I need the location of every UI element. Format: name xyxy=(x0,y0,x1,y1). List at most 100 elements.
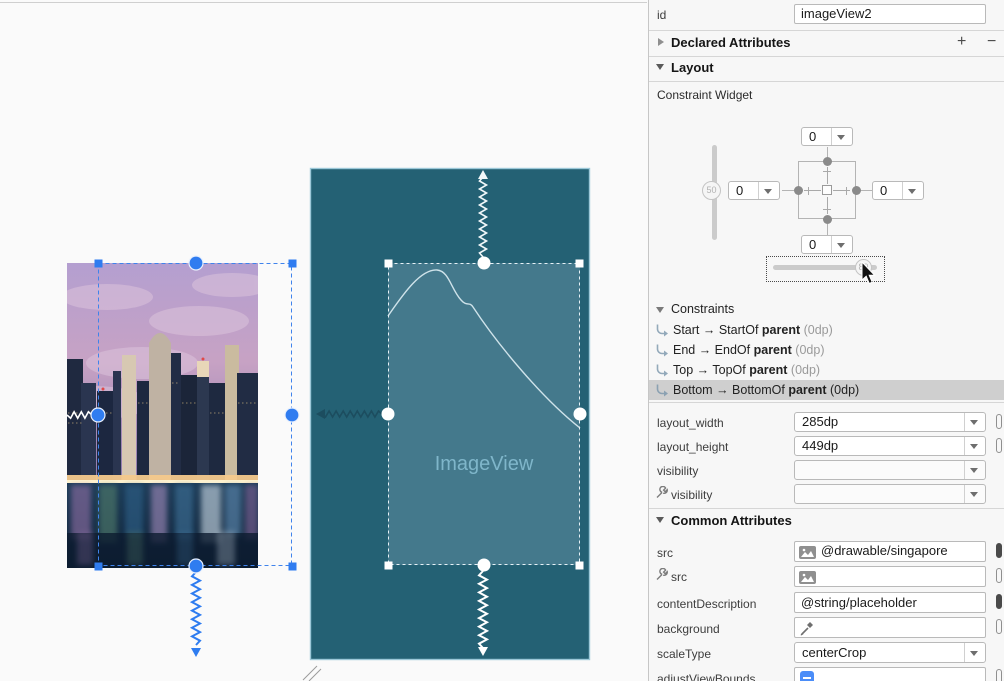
background-input[interactable] xyxy=(794,617,986,638)
android-studio-layout-editor: { "canvas": { "blueprint_label": "ImageV… xyxy=(0,0,1004,681)
design-handle-top-left[interactable] xyxy=(95,260,103,268)
constraint-row-start[interactable]: Start → StartOf parent (0dp) xyxy=(649,320,1004,340)
id-label: id xyxy=(657,8,666,22)
blueprint-handle-top-right[interactable] xyxy=(576,260,584,268)
design-anchor-top[interactable] xyxy=(189,256,203,270)
margin-start-dropdown[interactable]: 0 xyxy=(728,181,780,200)
design-anchor-start[interactable] xyxy=(91,408,105,422)
city-light-band-glow xyxy=(67,480,258,483)
scale-type-dropdown[interactable]: centerCrop xyxy=(794,642,986,663)
add-attribute-button[interactable]: + xyxy=(957,34,966,50)
attr-indicator-pill[interactable] xyxy=(996,543,1002,558)
constraint-icon xyxy=(654,363,668,377)
constraint-row-bottom[interactable]: Bottom → BottomOf parent (0dp) xyxy=(649,380,1004,400)
design-anchor-bottom[interactable] xyxy=(189,559,203,573)
design-anchor-end[interactable] xyxy=(285,408,299,422)
chevron-down-icon[interactable] xyxy=(656,307,664,313)
chevron-down-icon[interactable] xyxy=(831,128,852,145)
section-common-attributes[interactable]: Common Attributes xyxy=(671,513,792,528)
chevron-down-icon[interactable] xyxy=(964,437,985,455)
background-label: background xyxy=(657,622,720,636)
blueprint-handle-top-left[interactable] xyxy=(385,260,393,268)
divider xyxy=(649,508,1004,509)
design-handle-top-right[interactable] xyxy=(289,260,297,268)
chevron-down-icon[interactable] xyxy=(964,485,985,503)
margin-top-dropdown[interactable]: 0 xyxy=(801,127,853,146)
blueprint-handle-bottom-left[interactable] xyxy=(385,562,393,570)
indicator xyxy=(827,167,828,184)
tools-src-input[interactable] xyxy=(794,566,986,587)
adjust-view-bounds-input[interactable] xyxy=(794,667,986,681)
adjust-view-bounds-label: adjustViewBounds xyxy=(657,672,756,681)
layout-height-dropdown[interactable]: 449dp xyxy=(794,436,986,456)
tools-visibility-dropdown[interactable] xyxy=(794,484,986,504)
indicator xyxy=(808,187,809,195)
constraint-row-top[interactable]: Top → TopOf parent (0dp) xyxy=(649,360,1004,380)
chevron-down-icon[interactable] xyxy=(758,182,779,199)
attr-indicator-pill[interactable] xyxy=(996,568,1002,583)
visibility-label: visibility xyxy=(657,464,698,478)
section-constraints[interactable]: Constraints xyxy=(671,302,734,316)
layout-width-label: layout_width xyxy=(657,416,724,430)
margin-end-dropdown[interactable]: 0 xyxy=(872,181,924,200)
divider xyxy=(649,402,1004,403)
scale-type-label: scaleType xyxy=(657,647,711,661)
indicator xyxy=(823,209,831,210)
src-input[interactable]: @drawable/singapore xyxy=(794,541,986,562)
blueprint-imageview[interactable] xyxy=(388,263,580,565)
chevron-down-icon[interactable] xyxy=(964,461,985,479)
chevron-down-icon[interactable] xyxy=(831,236,852,253)
chevron-down-icon[interactable] xyxy=(964,643,985,662)
id-input[interactable]: imageView2 xyxy=(794,4,986,24)
tools-visibility-label: visibility xyxy=(671,488,712,502)
drawable-icon xyxy=(799,571,816,584)
chevron-down-icon[interactable] xyxy=(902,182,923,199)
divider xyxy=(649,81,1004,82)
chevron-right-icon[interactable] xyxy=(658,38,664,46)
constraint-icon xyxy=(654,343,668,357)
attr-indicator-pill[interactable] xyxy=(996,619,1002,634)
constraint-row-end[interactable]: End → EndOf parent (0dp) xyxy=(649,340,1004,360)
blueprint-anchor-start[interactable] xyxy=(382,408,395,421)
blueprint-anchor-end[interactable] xyxy=(574,408,587,421)
attr-indicator-pill[interactable] xyxy=(996,594,1002,609)
attr-indicator-pill[interactable] xyxy=(996,414,1002,429)
design-preview-image[interactable] xyxy=(34,263,272,568)
stem xyxy=(860,190,872,191)
constraint-icon xyxy=(654,323,668,337)
blueprint-imageview-label: ImageView xyxy=(435,453,534,475)
chevron-down-icon[interactable] xyxy=(656,64,664,70)
widget-anchor-bottom[interactable] xyxy=(823,215,832,224)
design-surface[interactable]: ImageView xyxy=(0,0,647,681)
chevron-down-icon[interactable] xyxy=(964,413,985,431)
section-declared-attributes[interactable]: Declared Attributes xyxy=(671,35,790,50)
margin-bottom-dropdown[interactable]: 0 xyxy=(801,235,853,254)
content-description-label: contentDescription xyxy=(657,597,756,611)
stem xyxy=(782,190,794,191)
indicator xyxy=(833,190,850,191)
widget-anchor-end[interactable] xyxy=(852,186,861,195)
blueprint-anchor-bottom[interactable] xyxy=(478,559,491,572)
layout-width-dropdown[interactable]: 285dp xyxy=(794,412,986,432)
design-handle-bottom-left[interactable] xyxy=(95,563,103,571)
widget-center-square[interactable] xyxy=(822,185,832,195)
widget-anchor-start[interactable] xyxy=(794,186,803,195)
color-picker-icon xyxy=(800,621,814,636)
tools-src-label: src xyxy=(671,570,687,584)
visibility-dropdown[interactable] xyxy=(794,460,986,480)
remove-attribute-button[interactable]: − xyxy=(987,34,996,50)
blueprint-handle-bottom-right[interactable] xyxy=(576,562,584,570)
wrench-icon xyxy=(655,486,668,499)
checkbox-indeterminate-icon[interactable] xyxy=(800,671,814,681)
widget-anchor-top[interactable] xyxy=(823,157,832,166)
attr-indicator-pill[interactable] xyxy=(996,438,1002,453)
attr-indicator-pill[interactable] xyxy=(996,669,1002,681)
chevron-down-icon[interactable] xyxy=(656,517,664,523)
blueprint-anchor-top[interactable] xyxy=(478,257,491,270)
section-layout[interactable]: Layout xyxy=(671,60,714,75)
vertical-bias-value[interactable]: 50 xyxy=(702,181,721,200)
indicator xyxy=(846,187,847,195)
content-description-input[interactable]: @string/placeholder xyxy=(794,592,986,613)
design-handle-bottom-right[interactable] xyxy=(289,563,297,571)
constraint-spring xyxy=(192,572,200,645)
